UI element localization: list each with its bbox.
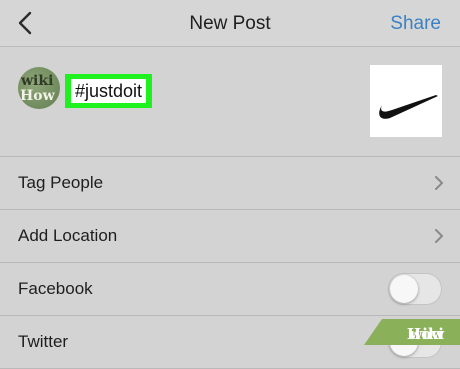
- row-facebook: Facebook: [0, 263, 460, 316]
- row-label: Tag People: [18, 173, 104, 192]
- caption-highlight: #justdoit: [65, 74, 153, 108]
- avatar-text-bottom: How: [20, 88, 55, 104]
- chevron-right-icon: [435, 176, 443, 190]
- chevron-right-icon: [435, 229, 443, 243]
- post-thumbnail[interactable]: [370, 65, 442, 137]
- row-label: Twitter: [18, 332, 69, 351]
- row-label: Add Location: [18, 226, 118, 245]
- nav-bar: New Post Share: [0, 0, 460, 47]
- caption-input[interactable]: #justdoit: [71, 79, 147, 103]
- row-add-location[interactable]: Add Location: [0, 210, 460, 263]
- avatar: wiki How: [18, 67, 60, 109]
- share-button[interactable]: Share: [390, 13, 441, 35]
- toggle-knob: [390, 275, 418, 303]
- facebook-toggle[interactable]: [388, 273, 442, 305]
- avatar-text-top: wiki: [21, 73, 54, 89]
- row-label: Facebook: [18, 279, 93, 298]
- nike-swoosh-image: [379, 95, 438, 119]
- post-compose-area: wiki How #justdoit: [0, 47, 460, 157]
- row-tag-people[interactable]: Tag People: [0, 157, 460, 210]
